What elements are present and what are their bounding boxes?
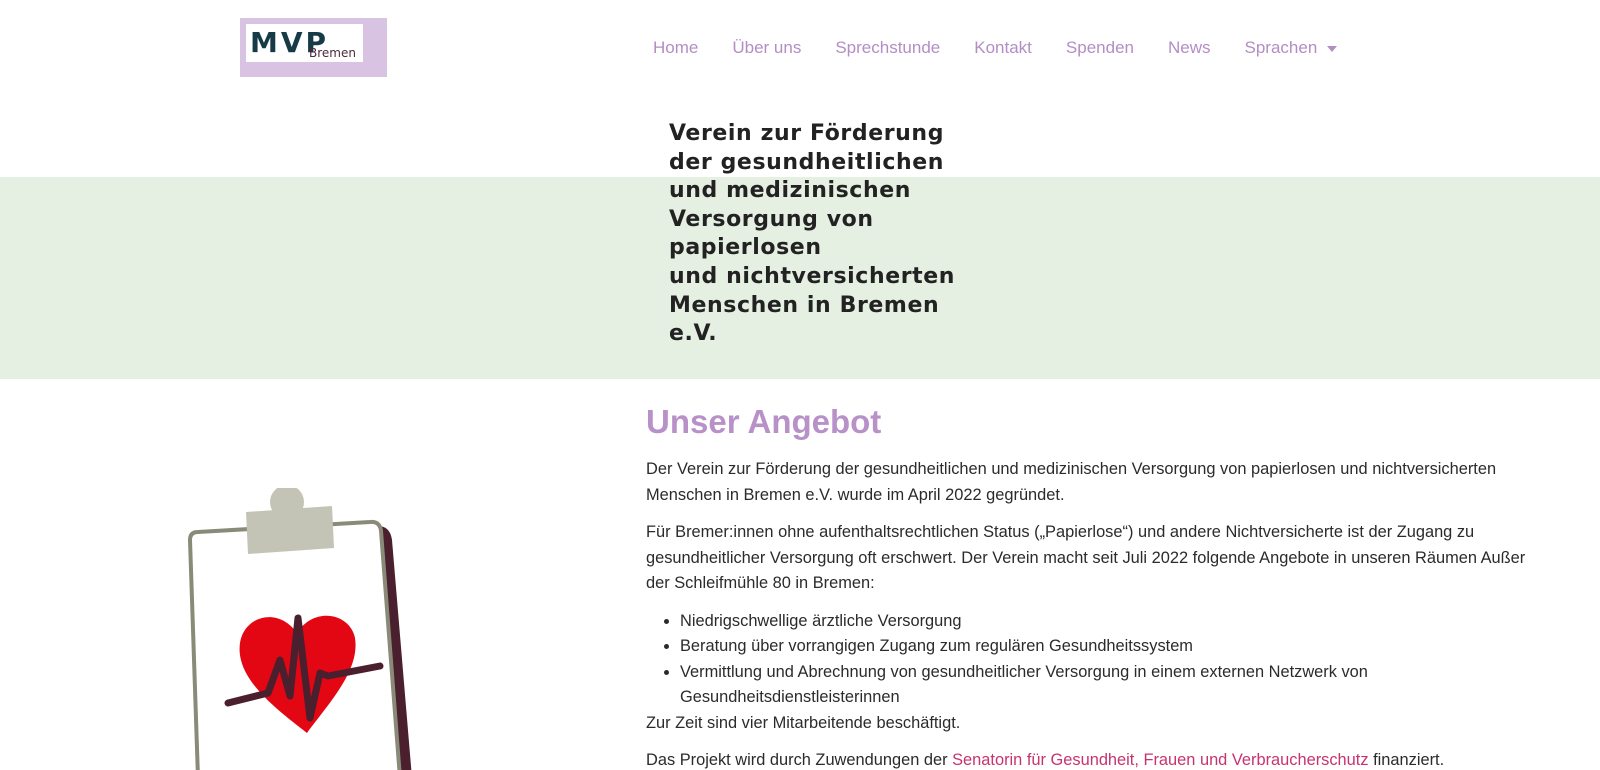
nav-sprachen-dropdown[interactable]: Sprachen <box>1245 36 1338 60</box>
hero-line: der gesundheitlichen <box>669 149 945 175</box>
paragraph-funding: Das Projekt wird durch Zuwendungen der S… <box>646 748 1546 770</box>
list-item: Vermittlung und Abrechnung von gesundhei… <box>680 660 1546 711</box>
list-item: Beratung über vorrangigen Zugang zum reg… <box>680 634 1546 660</box>
section-title: Unser Angebot <box>646 403 882 440</box>
hero-title: Verein zur Förderung der gesundheitliche… <box>669 120 1029 349</box>
hero-line: und medizinischen <box>669 178 911 204</box>
nav-ueber-uns[interactable]: Über uns <box>732 36 801 60</box>
clipboard-heart-illustration <box>187 488 412 770</box>
paragraph-staff: Zur Zeit sind vier Mitarbeitende beschäf… <box>646 713 961 732</box>
senatorin-link[interactable]: Senatorin für Gesundheit, Frauen und Ver… <box>952 751 1368 769</box>
offer-content: Der Verein zur Förderung der gesundheitl… <box>646 457 1546 770</box>
logo-subtext: Bremen <box>309 46 356 60</box>
main-nav: Home Über uns Sprechstunde Kontakt Spend… <box>653 36 1338 60</box>
nav-kontakt[interactable]: Kontakt <box>974 36 1032 60</box>
nav-news[interactable]: News <box>1168 36 1211 60</box>
paragraph-founding: Der Verein zur Förderung der gesundheitl… <box>646 460 1497 504</box>
paragraph-access: Für Bremer:innen ohne aufenthaltsrechtli… <box>646 523 1526 592</box>
hero-line: Versorgung von <box>669 206 874 232</box>
funding-prefix: Das Projekt wird durch Zuwendungen der <box>646 751 953 769</box>
site-logo[interactable]: MVP Bremen <box>240 18 387 77</box>
hero-line: Menschen in Bremen <box>669 292 940 318</box>
hero-line: papierlosen <box>669 235 822 261</box>
nav-sprechstunde[interactable]: Sprechstunde <box>835 36 940 60</box>
funding-suffix: finanziert. <box>1368 751 1445 769</box>
offer-list: Niedrigschwellige ärztliche Versorgung B… <box>680 609 1546 711</box>
list-item: Niedrigschwellige ärztliche Versorgung <box>680 609 1546 635</box>
nav-sprachen-label: Sprachen <box>1244 38 1318 57</box>
hero-line: und nichtversicherten <box>669 263 956 289</box>
nav-home[interactable]: Home <box>653 36 698 60</box>
hero-line: e.V. <box>669 321 718 347</box>
hero-line: Verein zur Förderung <box>669 121 945 146</box>
clip-icon <box>246 506 334 554</box>
logo-plate: MVP Bremen <box>246 24 363 62</box>
nav-spenden[interactable]: Spenden <box>1066 36 1134 60</box>
caret-down-icon <box>1327 46 1338 52</box>
